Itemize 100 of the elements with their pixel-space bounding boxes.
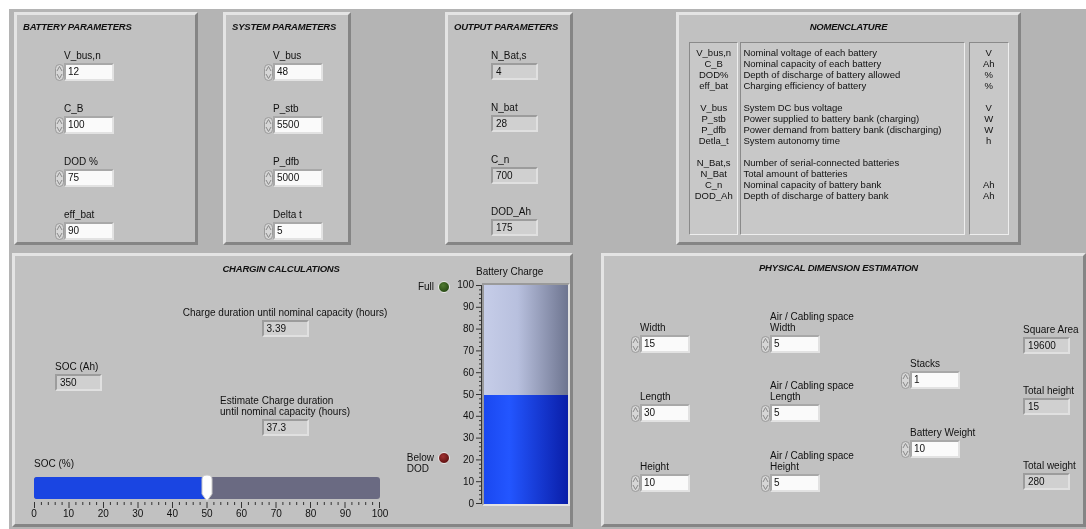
readout-field: 3.39 [261, 320, 309, 337]
slider-track[interactable] [34, 477, 380, 499]
description-text: Depth of discharge of battery allowed [743, 69, 902, 80]
symbol-text: Detla_t [697, 135, 730, 146]
numeric-field[interactable]: 12 [64, 63, 114, 81]
numeric-field[interactable]: 30 [640, 404, 690, 422]
spin-buttons[interactable] [631, 474, 640, 492]
scale-label: 0 [468, 499, 474, 509]
description-text: Power supplied to battery bank (charging) [743, 113, 921, 124]
readout-field: 700 [491, 167, 538, 184]
spin-buttons[interactable] [264, 222, 273, 240]
field-label: Square Area [1023, 324, 1079, 335]
scale-label: 90 [339, 508, 351, 519]
readout-field: 19600 [1023, 337, 1070, 354]
field-label: Air / Cabling space Height [770, 450, 854, 472]
field-label: Length [640, 391, 671, 402]
numeric-field[interactable]: 10 [910, 440, 960, 458]
spin-buttons[interactable] [901, 440, 910, 458]
numeric-field[interactable]: 5 [770, 335, 820, 353]
numeric-field[interactable]: 1 [910, 371, 960, 389]
numeric-field[interactable]: 10 [640, 474, 690, 492]
spin-buttons[interactable] [55, 63, 64, 81]
scale-label: 70 [462, 345, 474, 356]
scale-label: 30 [132, 508, 144, 519]
spin-buttons[interactable] [55, 169, 64, 187]
field-label: P_dfb [273, 156, 300, 167]
scale-label: 100 [371, 508, 389, 519]
unit-text: % [984, 80, 993, 91]
description-text: Total amount of batteries [743, 168, 849, 179]
numeric-field[interactable]: 100 [64, 116, 114, 134]
field-label: DOD_Ah [491, 206, 531, 217]
spin-buttons[interactable] [55, 116, 64, 134]
panel-title: SYSTEM PARAMETERS [231, 20, 338, 32]
numeric-field[interactable]: 5 [770, 404, 820, 422]
slider-thumb[interactable] [201, 474, 213, 502]
readout-field: 15 [1023, 398, 1070, 415]
scale-label: 50 [462, 389, 474, 400]
field-label: Stacks [910, 358, 940, 369]
field-label: Battery Weight [910, 427, 976, 438]
spin-buttons[interactable] [264, 63, 273, 81]
numeric-field[interactable]: 90 [64, 222, 114, 240]
description-text: System autonomy time [743, 135, 841, 146]
symbol-text: DOD_Ah [693, 190, 734, 201]
spin-buttons[interactable] [264, 116, 273, 134]
unit-text: Ah [982, 190, 995, 201]
led-label: Full [417, 281, 434, 292]
readout-field: 4 [491, 63, 538, 80]
field-label: Air / Cabling space Length [770, 380, 854, 402]
numeric-field[interactable]: 5 [770, 474, 820, 492]
led-label: Below DOD [406, 452, 434, 474]
description-text: System DC bus voltage [743, 102, 844, 113]
spin-buttons[interactable] [761, 335, 770, 353]
scale-label: 30 [462, 433, 474, 444]
field-label: Delta t [273, 209, 302, 220]
readout-field: 350 [55, 374, 102, 391]
spin-buttons[interactable] [761, 404, 770, 422]
symbol-text: eff_bat [698, 80, 730, 91]
unit-text: % [984, 69, 993, 80]
field-label: V_bus [273, 50, 302, 61]
numeric-field[interactable]: 5000 [273, 169, 323, 187]
field-label: DOD % [64, 156, 98, 167]
field-label: Height [640, 461, 669, 472]
symbol-text: V_bus,n [695, 47, 733, 58]
spin-buttons[interactable] [761, 474, 770, 492]
spin-buttons[interactable] [631, 335, 640, 353]
spin-buttons[interactable] [901, 371, 910, 389]
unit-text: W [984, 124, 994, 135]
scale-label: 20 [462, 455, 474, 466]
field-label: Air / Cabling space Width [770, 311, 854, 333]
numeric-field[interactable]: 48 [273, 63, 323, 81]
numeric-field[interactable]: 75 [64, 169, 114, 187]
readout-field: 175 [491, 219, 538, 236]
symbol-text: N_Bat,s [695, 157, 732, 168]
scale-label: 70 [270, 508, 282, 519]
numeric-field[interactable]: 15 [640, 335, 690, 353]
description-text: Nominal capacity of each battery [743, 58, 883, 69]
field-label: Charge duration until nominal capacity (hours) [182, 307, 388, 318]
spin-buttons[interactable] [631, 404, 640, 422]
numeric-field[interactable]: 5500 [273, 116, 323, 134]
symbol-text: V_bus [699, 102, 729, 113]
field-label: eff_bat [64, 209, 95, 220]
field-label: N_bat [491, 102, 518, 113]
field-label: Estimate Charge duration until nominal capacity (hours) [220, 395, 351, 417]
symbol-text: C_n [703, 179, 724, 190]
symbol-text: N_Bat [699, 168, 728, 179]
field-label: C_B [64, 103, 84, 114]
description-text: Charging efficiency of battery [743, 80, 868, 91]
readout-field: 37.3 [261, 419, 309, 436]
description-text: Nominal voltage of each battery [743, 47, 878, 58]
panel-title: CHARGIN CALCULATIONS [221, 262, 341, 274]
unit-text: V [985, 102, 992, 113]
scale-label: 80 [462, 323, 474, 334]
spin-buttons[interactable] [264, 169, 273, 187]
scale-label: 40 [166, 508, 178, 519]
scale-label: 50 [201, 508, 213, 519]
scale-label: 60 [462, 367, 474, 378]
scale-label: 0 [31, 508, 37, 519]
scale-label: 10 [63, 508, 75, 519]
numeric-field[interactable]: 5 [273, 222, 323, 240]
spin-buttons[interactable] [55, 222, 64, 240]
